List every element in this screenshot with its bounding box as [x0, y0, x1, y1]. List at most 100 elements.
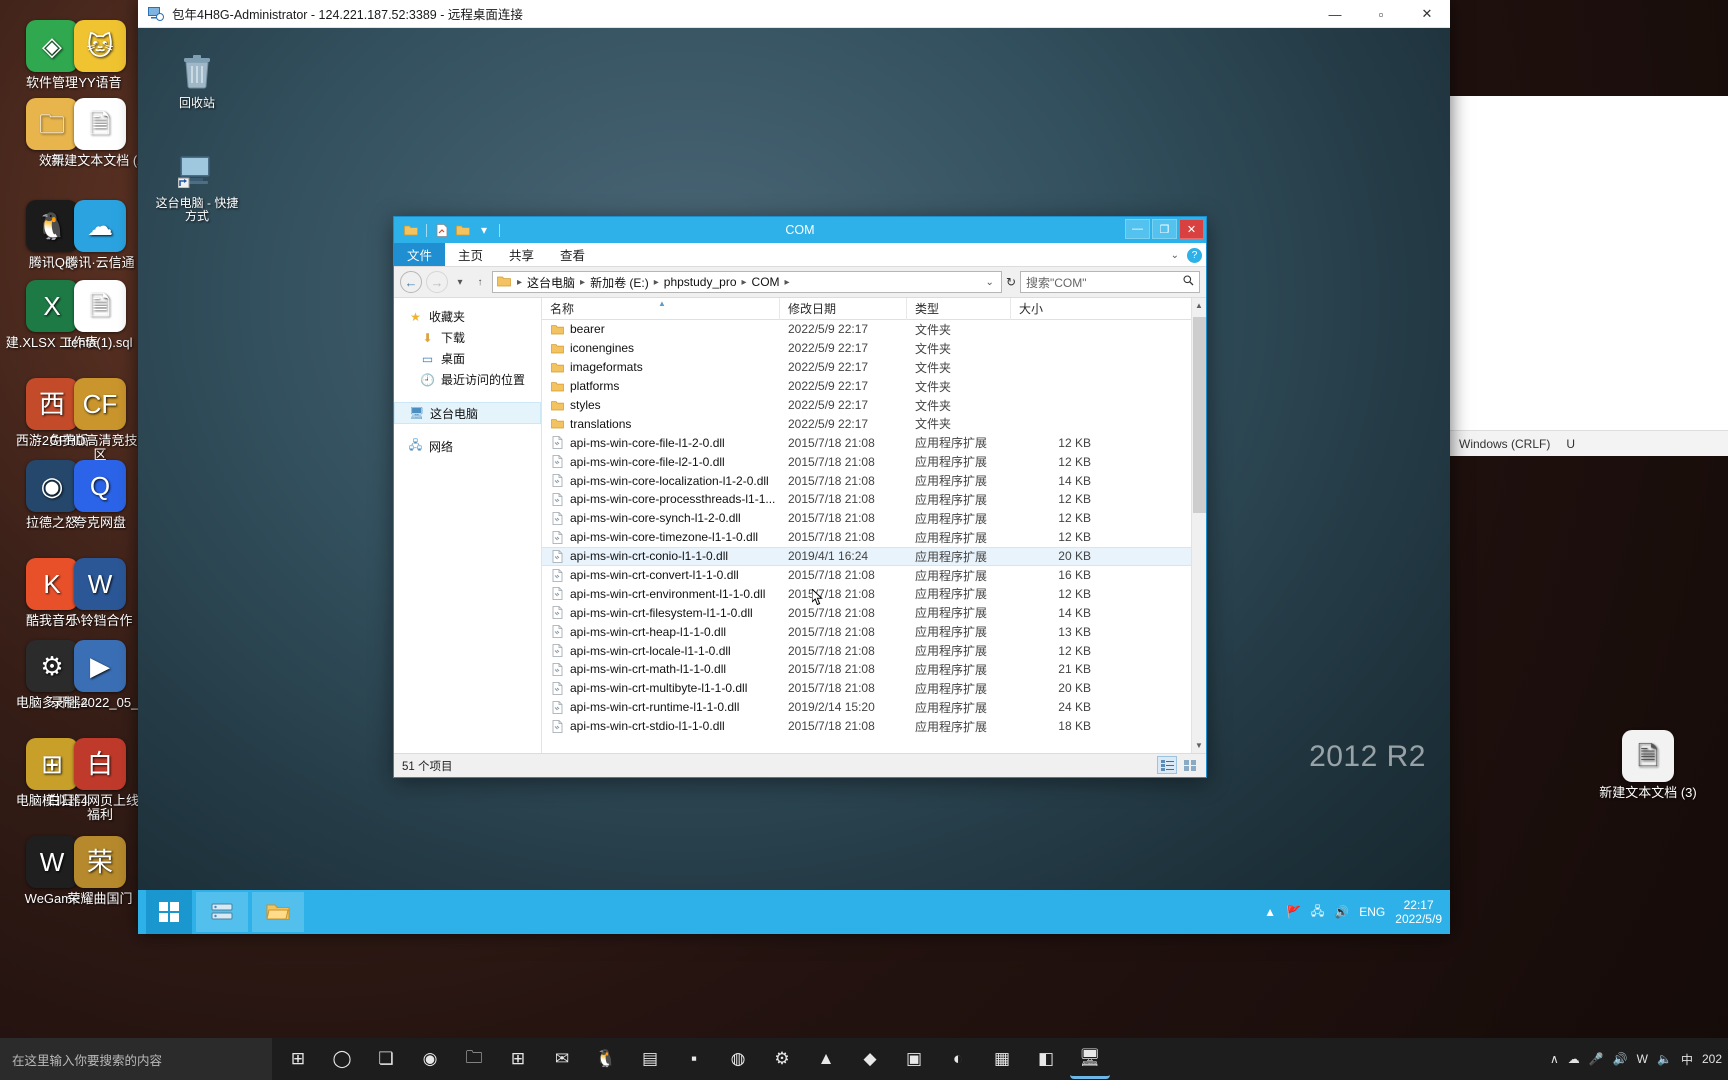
- tray-speaker-icon[interactable]: 🔈: [1657, 1052, 1672, 1066]
- remote-system-tray[interactable]: ▲ 🚩 🖧 🔊 ENG 22:17 2022/5/9: [1264, 890, 1442, 934]
- host-taskbar[interactable]: 在这里输入你要搜索的内容 ⊞ ◯ ❏ ◉ 🗀 ⊞ ✉ 🐧 ▤ ▪ ◍ ⚙ ▲ ◆ ▣ ◐ ▦ ◧ 🖥 ∧ ☁ 🎤 🔊…: [0, 1038, 1728, 1080]
- search-input[interactable]: 搜索"COM": [1020, 271, 1200, 293]
- file-name-cell[interactable]: api-ms-win-core-file-l1-2-0.dll: [542, 436, 780, 450]
- file-list-row[interactable]: api-ms-win-crt-math-l1-1-0.dll 2015/7/18 …: [542, 660, 1191, 679]
- breadcrumb-separator-4[interactable]: ▸: [784, 277, 791, 288]
- host-taskbar-task-view-icon[interactable]: ❏: [366, 1039, 406, 1079]
- file-list-row[interactable]: api-ms-win-crt-runtime-l1-1-0.dll 2019/2/…: [542, 698, 1191, 717]
- rdp-close-button[interactable]: ✕: [1404, 0, 1450, 28]
- remote-session-canvas[interactable]: 2012 R2 回收站 这台电脑 - 快捷方式 ▾ COM — ❐ ✕ 文件 主…: [138, 28, 1450, 934]
- host-desktop-icon-7[interactable]: 🗎 fenfa(1).sql: [48, 280, 152, 350]
- breadcrumb-separator-2[interactable]: ▸: [653, 277, 660, 288]
- host-desktop-icon-13[interactable]: W 小铃铛合作: [48, 558, 152, 628]
- host-taskbar-app-icon-4[interactable]: ▦: [982, 1039, 1022, 1079]
- file-list-row[interactable]: api-ms-win-crt-environment-l1-1-0.dll 201…: [542, 584, 1191, 603]
- host-desktop-icon-17[interactable]: 白白日门网页上线领福利: [48, 738, 152, 822]
- tray-microphone-icon[interactable]: 🎤: [1589, 1052, 1604, 1066]
- qat-new-folder-icon[interactable]: [454, 221, 472, 239]
- file-list-row[interactable]: api-ms-win-core-processthreads-l1-1... 20…: [542, 490, 1191, 509]
- explorer-maximize-button[interactable]: ❐: [1152, 219, 1177, 239]
- chevron-down-icon[interactable]: ⌄: [1171, 250, 1179, 261]
- scroll-up-button[interactable]: ▲: [1191, 298, 1206, 313]
- details-view-button[interactable]: [1157, 756, 1177, 774]
- file-name-cell[interactable]: iconengines: [542, 341, 780, 355]
- file-name-cell[interactable]: api-ms-win-crt-runtime-l1-1-0.dll: [542, 700, 780, 714]
- remote-taskbar-file-explorer[interactable]: [252, 892, 304, 932]
- vertical-scrollbar[interactable]: ▲ ▼: [1191, 298, 1206, 753]
- file-list-row[interactable]: iconengines 2022/5/9 22:17 文件夹: [542, 339, 1191, 358]
- file-name-cell[interactable]: api-ms-win-crt-convert-l1-1-0.dll: [542, 568, 780, 582]
- host-taskbar-store-icon[interactable]: ⊞: [498, 1039, 538, 1079]
- file-list-row[interactable]: api-ms-win-crt-filesystem-l1-1-0.dll 2015…: [542, 603, 1191, 622]
- tray-network-icon[interactable]: 🖧: [1311, 902, 1324, 923]
- file-list-row[interactable]: api-ms-win-core-synch-l1-2-0.dll 2015/7/1…: [542, 509, 1191, 528]
- file-list-row[interactable]: api-ms-win-crt-multibyte-l1-1-0.dll 2015/…: [542, 679, 1191, 698]
- explorer-minimize-button[interactable]: —: [1125, 219, 1150, 239]
- file-name-cell[interactable]: api-ms-win-core-processthreads-l1-1...: [542, 492, 780, 506]
- nav-item-0-0[interactable]: ⬇ 下载: [394, 327, 541, 348]
- remote-taskbar-server-manager[interactable]: [196, 892, 248, 932]
- file-name-cell[interactable]: api-ms-win-crt-conio-l1-1-0.dll: [542, 549, 780, 563]
- tray-volume-icon[interactable]: 🔊: [1613, 1052, 1628, 1066]
- nav-group-1[interactable]: 🖥 这台电脑: [394, 402, 541, 424]
- qat-dropdown-icon[interactable]: ▾: [475, 221, 493, 239]
- file-list-row[interactable]: api-ms-win-core-localization-l1-2-0.dll 2…: [542, 471, 1191, 490]
- explorer-ribbon-tabs[interactable]: 文件 主页 共享 查看 ⌄ ?: [394, 243, 1206, 267]
- help-icon[interactable]: ?: [1187, 247, 1202, 263]
- file-name-cell[interactable]: api-ms-win-crt-filesystem-l1-1-0.dll: [542, 606, 780, 620]
- file-list-row[interactable]: platforms 2022/5/9 22:17 文件夹: [542, 377, 1191, 396]
- host-taskbar-settings-icon[interactable]: ⚙: [762, 1039, 802, 1079]
- scrollbar-thumb[interactable]: [1192, 317, 1206, 513]
- file-list-row[interactable]: api-ms-win-core-file-l2-1-0.dll 2015/7/18…: [542, 452, 1191, 471]
- tray-show-hidden-icon[interactable]: ▲: [1264, 905, 1276, 919]
- nav-group-0[interactable]: ★ 收藏夹: [394, 306, 541, 327]
- host-taskbar-chrome-icon[interactable]: ◍: [718, 1039, 758, 1079]
- large-icons-view-button[interactable]: [1180, 756, 1200, 774]
- breadcrumb-separator-0[interactable]: ▸: [516, 277, 523, 288]
- file-name-cell[interactable]: api-ms-win-core-synch-l1-2-0.dll: [542, 511, 780, 525]
- file-name-cell[interactable]: api-ms-win-core-file-l2-1-0.dll: [542, 455, 780, 469]
- scrollbar-track[interactable]: [1191, 313, 1206, 738]
- tab-file[interactable]: 文件: [394, 243, 446, 266]
- tab-share[interactable]: 共享: [496, 243, 547, 266]
- file-name-cell[interactable]: api-ms-win-crt-stdio-l1-1-0.dll: [542, 719, 780, 733]
- breadcrumb-item-com[interactable]: COM: [750, 275, 782, 289]
- host-taskbar-app-icon-5[interactable]: ◧: [1026, 1039, 1066, 1079]
- recent-locations-button[interactable]: ▾: [452, 277, 468, 288]
- tray-ime-icon[interactable]: 中: [1681, 1051, 1693, 1068]
- file-name-cell[interactable]: api-ms-win-crt-environment-l1-1-0.dll: [542, 587, 780, 601]
- host-taskbar-edge-icon[interactable]: ◉: [410, 1039, 450, 1079]
- file-name-cell[interactable]: styles: [542, 398, 780, 412]
- file-name-cell[interactable]: translations: [542, 417, 780, 431]
- column-header-date-modified[interactable]: 修改日期: [780, 298, 907, 320]
- file-list-row[interactable]: api-ms-win-crt-heap-l1-1-0.dll 2015/7/18 …: [542, 622, 1191, 641]
- file-name-cell[interactable]: api-ms-win-crt-multibyte-l1-1-0.dll: [542, 681, 780, 695]
- back-button[interactable]: ←: [400, 271, 422, 293]
- file-name-cell[interactable]: api-ms-win-crt-heap-l1-1-0.dll: [542, 625, 780, 639]
- breadcrumb-item-volume-e[interactable]: 新加卷 (E:): [588, 274, 651, 291]
- explorer-close-button[interactable]: ✕: [1179, 219, 1204, 239]
- file-list-rows[interactable]: bearer 2022/5/9 22:17 文件夹 iconengines 2022/5…: [542, 320, 1191, 753]
- scroll-down-button[interactable]: ▼: [1191, 738, 1206, 753]
- tray-wps-icon[interactable]: W: [1637, 1052, 1648, 1066]
- host-system-tray[interactable]: ∧ ☁ 🎤 🔊 W 🔈 中 202: [1550, 1038, 1722, 1080]
- file-list-row[interactable]: bearer 2022/5/9 22:17 文件夹: [542, 320, 1191, 339]
- explorer-address-bar[interactable]: ← → ▾ ↑ ▸ 这台电脑 ▸ 新加卷 (E:) ▸ phpstudy_pro: [394, 267, 1206, 297]
- file-list-row[interactable]: api-ms-win-crt-convert-l1-1-0.dll 2015/7/…: [542, 566, 1191, 585]
- host-taskbar-app-icon-2[interactable]: ▣: [894, 1039, 934, 1079]
- quick-access-toolbar[interactable]: ▾: [394, 221, 503, 239]
- host-taskbar-app-icon-1[interactable]: ◆: [850, 1039, 890, 1079]
- file-list-row[interactable]: api-ms-win-crt-locale-l1-1-0.dll 2015/7/1…: [542, 641, 1191, 660]
- host-taskbar-app-icon-3[interactable]: ◐: [938, 1039, 978, 1079]
- host-taskbar-qq-icon[interactable]: 🐧: [586, 1039, 626, 1079]
- qat-properties-icon[interactable]: [433, 221, 451, 239]
- tray-expand-icon[interactable]: ∧: [1550, 1052, 1559, 1066]
- breadcrumb[interactable]: ▸ 这台电脑 ▸ 新加卷 (E:) ▸ phpstudy_pro ▸ COM ▸…: [492, 271, 1002, 293]
- rdp-minimize-button[interactable]: —: [1312, 0, 1358, 28]
- host-taskbar-rdp-icon[interactable]: 🖥: [1070, 1039, 1110, 1079]
- explorer-window-controls[interactable]: — ❐ ✕: [1125, 219, 1204, 239]
- file-name-cell[interactable]: imageformats: [542, 360, 780, 374]
- remote-icon-this-pc-shortcut[interactable]: 这台电脑 - 快捷方式: [154, 150, 240, 223]
- host-desktop-icon-9[interactable]: CF CFHD高清竞技大区: [48, 378, 152, 462]
- host-taskbar-terminal-icon[interactable]: ▪: [674, 1039, 714, 1079]
